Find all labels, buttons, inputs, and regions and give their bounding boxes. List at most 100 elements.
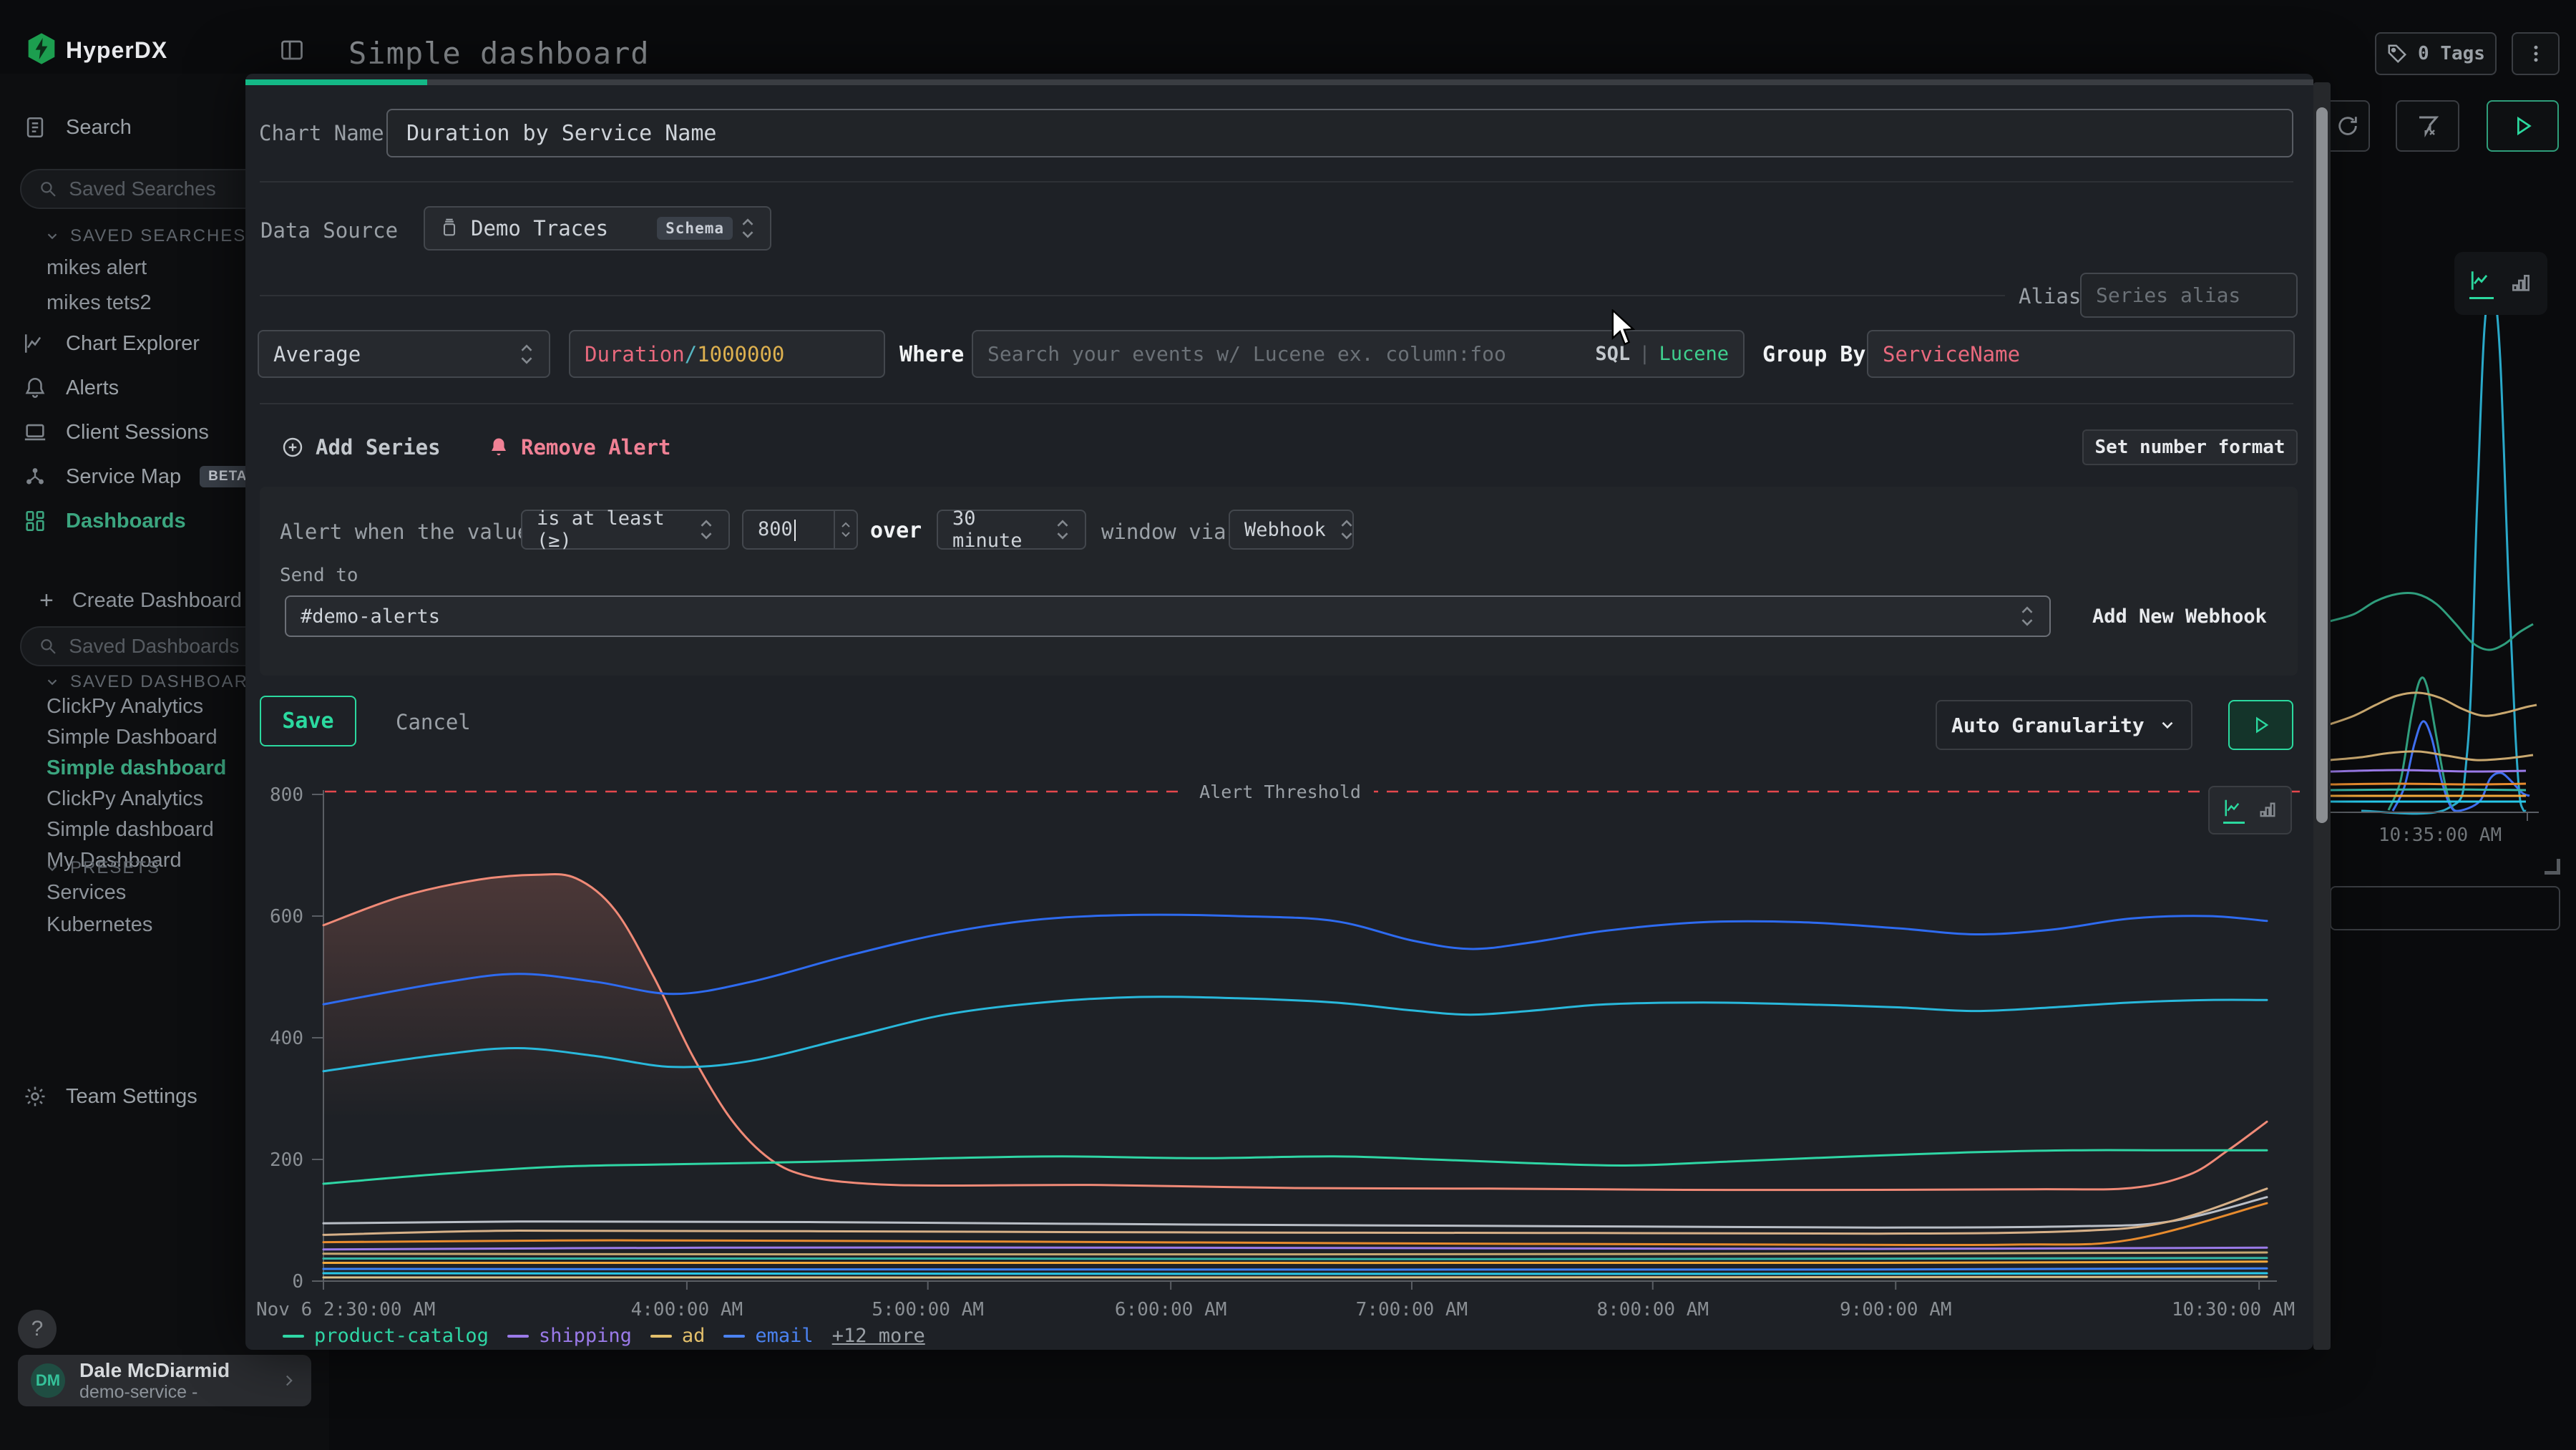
dashboards-list: ClickPy Analytics Simple Dashboard Simple … <box>47 695 226 880</box>
preview-chart: 0200400600800Nov 6 2:30:00 AM4:00:00 AM5… <box>245 773 2313 1350</box>
group-by-input[interactable]: ServiceName <box>1867 330 2295 378</box>
cancel-button[interactable]: Cancel <box>396 710 471 734</box>
circle-plus-icon <box>281 436 304 459</box>
resize-handle-icon[interactable] <box>2545 859 2560 875</box>
alert-condition-select[interactable]: is at least (≥) <box>521 510 730 550</box>
tag-icon <box>2386 43 2408 64</box>
alias-input[interactable]: Series alias <box>2080 273 2298 318</box>
legend-item[interactable]: shipping <box>507 1325 632 1347</box>
group-by-label: Group By <box>1762 342 1866 367</box>
x-tick-label: 7:00:00 AM <box>1356 1299 1468 1320</box>
background-chart-toggle[interactable] <box>2454 252 2547 315</box>
saved-dashboards-header[interactable]: SAVED DASHBOARDS <box>44 672 275 692</box>
presets-list: Services Kubernetes <box>47 881 152 945</box>
sidebar-item[interactable]: mikes alert <box>47 256 152 280</box>
modal-progress-track <box>245 79 2313 85</box>
bar-chart-icon[interactable] <box>2258 800 2278 820</box>
presets-header[interactable]: PRESETS <box>44 858 160 878</box>
number-spinner[interactable] <box>834 511 857 548</box>
data-source-label: Data Source <box>260 218 398 243</box>
series-line <box>323 1273 2267 1274</box>
y-tick-label: 600 <box>270 906 303 928</box>
sidebar-item[interactable]: Simple dashboard <box>47 756 226 780</box>
alert-window-select[interactable]: 30 minute <box>937 510 1086 550</box>
sidebar-item[interactable]: Simple dashboard <box>47 818 226 842</box>
field-expression-input[interactable]: Duration/1000000 <box>569 330 885 378</box>
avatar: DM <box>31 1363 65 1398</box>
user-menu[interactable]: DM Dale McDiarmid demo-service - <box>18 1355 311 1406</box>
refresh-icon <box>2336 114 2360 138</box>
tags-button[interactable]: 0 Tags <box>2375 32 2497 75</box>
modal-scrollbar-thumb[interactable] <box>2316 107 2328 823</box>
x-tick-label: 6:00:00 AM <box>1115 1299 1227 1320</box>
background-tile-outline <box>2330 886 2560 930</box>
sidebar-item[interactable]: ClickPy Analytics <box>47 787 226 811</box>
add-series-button[interactable]: Add Series <box>281 435 441 459</box>
x-tick-label: 4:00:00 AM <box>631 1299 743 1320</box>
background-chart <box>2313 236 2576 866</box>
line-chart-icon[interactable] <box>2223 797 2245 824</box>
y-tick-label: 400 <box>270 1028 303 1049</box>
alert-threshold-input[interactable]: 800 <box>742 510 858 550</box>
sidebar-item[interactable]: ClickPy Analytics <box>47 695 226 719</box>
chart-legend: product-catalog shipping ademail +12 more <box>283 1325 925 1347</box>
y-tick-label: 0 <box>292 1271 303 1293</box>
create-dashboard-button[interactable]: + Create Dashboard <box>39 587 242 615</box>
grid-icon <box>23 509 47 533</box>
help-button[interactable]: ? <box>18 1310 57 1348</box>
legend-item[interactable]: ad <box>650 1325 706 1347</box>
preview-run-button[interactable] <box>2228 700 2293 750</box>
legend-item[interactable]: product-catalog <box>283 1325 489 1347</box>
hyperdx-logo-icon <box>27 33 56 64</box>
sidebar-item-alerts[interactable]: Alerts <box>23 376 255 400</box>
chart-name-label: Chart Name <box>259 121 384 145</box>
more-menu-button[interactable] <box>2512 32 2560 75</box>
chevron-down-icon <box>44 860 60 876</box>
sidebar-toggle-icon[interactable] <box>279 37 305 63</box>
alert-channel-select[interactable]: Webhook <box>1229 510 1354 550</box>
legend-item[interactable]: +12 more <box>832 1325 925 1347</box>
x-tick-label: 10:30:00 AM <box>2172 1299 2295 1320</box>
user-org: demo-service - <box>79 1382 265 1403</box>
sidebar-item-client-sessions[interactable]: Client Sessions <box>23 420 255 444</box>
sidebar-item[interactable]: mikes tets2 <box>47 291 152 315</box>
sidebar-item[interactable]: Simple Dashboard <box>47 726 226 749</box>
aggregation-select[interactable]: Average <box>258 330 550 378</box>
remove-alert-button[interactable]: Remove Alert <box>488 435 671 459</box>
set-number-format-button[interactable]: Set number format <box>2082 429 2298 465</box>
page-title: Simple dashboard <box>348 36 650 71</box>
graph-icon <box>23 464 47 489</box>
select-chevrons-icon <box>740 216 756 240</box>
text-caret <box>794 520 796 541</box>
sidebar-item-service-map[interactable]: Service MapBETA <box>23 464 255 489</box>
bell-icon <box>23 376 47 400</box>
run-query-button[interactable] <box>2487 100 2559 152</box>
chart-type-toggle[interactable] <box>2208 786 2292 835</box>
add-new-webhook-button[interactable]: Add New Webhook <box>2092 605 2267 628</box>
filter-button[interactable] <box>2396 100 2459 152</box>
saved-searches-header[interactable]: SAVED SEARCHES <box>44 226 246 246</box>
edit-chart-modal: Chart Name Data Source Demo Traces Schem… <box>245 74 2313 1350</box>
chart-line-icon <box>23 331 47 356</box>
line-chart-icon[interactable] <box>2469 268 2494 299</box>
sidebar-item-dashboards[interactable]: Dashboards <box>23 509 255 533</box>
lucene-toggle[interactable]: Lucene <box>1659 343 1729 365</box>
legend-item[interactable]: email <box>723 1325 813 1347</box>
sidebar-item-team-settings[interactable]: Team Settings <box>23 1084 197 1109</box>
y-tick-label: 800 <box>270 784 303 806</box>
user-name: Dale McDiarmid <box>79 1359 265 1382</box>
webhook-select[interactable]: #demo-alerts <box>285 595 2051 637</box>
series-line <box>323 1262 2267 1263</box>
save-button[interactable]: Save <box>260 696 356 746</box>
sidebar-item[interactable]: Services <box>47 881 152 905</box>
select-chevrons-icon <box>1339 517 1355 542</box>
search-icon <box>39 178 57 200</box>
bar-chart-icon[interactable] <box>2509 272 2532 295</box>
refresh-button[interactable] <box>2327 100 2370 152</box>
sidebar-item-search[interactable]: Search <box>23 115 132 140</box>
sidebar-item[interactable]: Kubernetes <box>47 913 152 937</box>
granularity-select[interactable]: Auto Granularity <box>1936 700 2192 750</box>
sidebar-item-chart-explorer[interactable]: Chart Explorer <box>23 331 255 356</box>
chart-name-input[interactable] <box>386 109 2293 157</box>
data-source-select[interactable]: Demo Traces Schema <box>424 206 771 250</box>
